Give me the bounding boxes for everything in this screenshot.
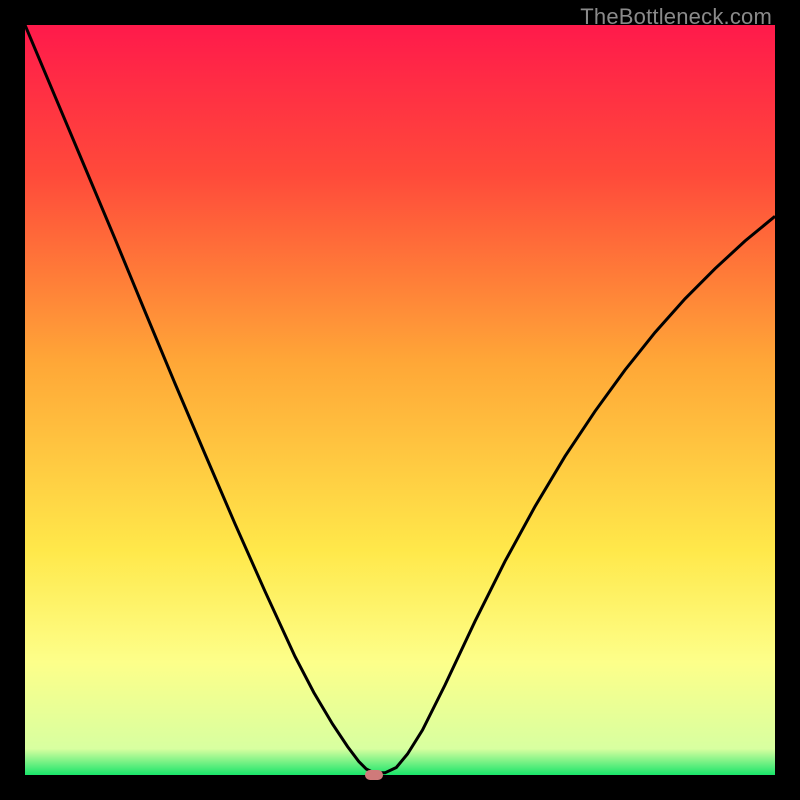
plot-svg: [25, 25, 775, 775]
gradient-background: [25, 25, 775, 775]
optimal-point-marker: [365, 770, 383, 780]
watermark-text: TheBottleneck.com: [580, 4, 772, 30]
chart-frame: [25, 25, 775, 775]
